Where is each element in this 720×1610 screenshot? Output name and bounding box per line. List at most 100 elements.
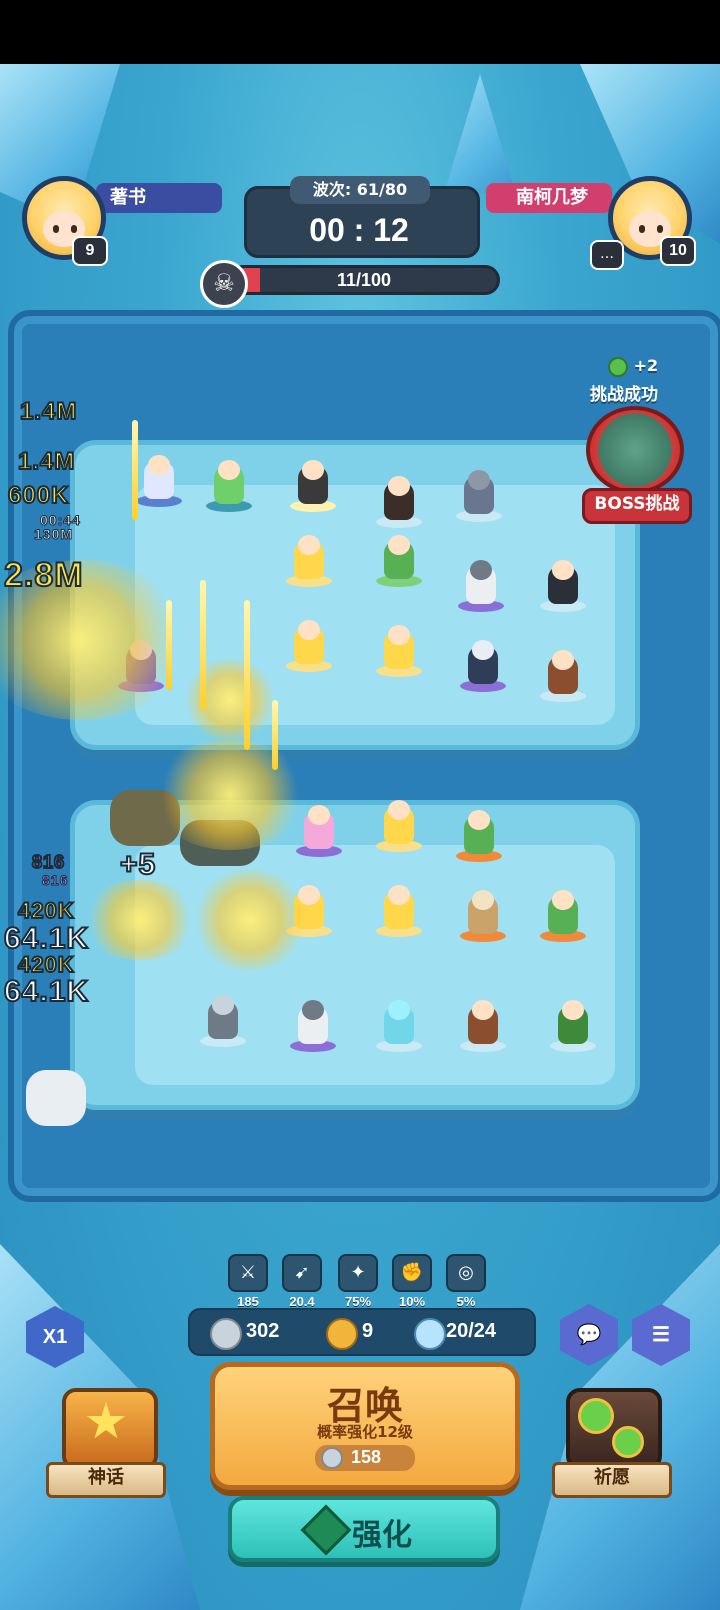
right-player-level: 10	[660, 236, 696, 266]
hero-unit[interactable]	[136, 455, 182, 507]
hero-unit[interactable]	[376, 800, 422, 852]
clover-icon	[612, 1426, 644, 1458]
boss-reward-value: +2	[633, 356, 659, 375]
hero-unit[interactable]	[460, 890, 506, 942]
hero-unit[interactable]	[540, 650, 586, 702]
resource-bar: 302 9 20/24	[188, 1308, 536, 1356]
silver-count: 302	[246, 1320, 280, 1342]
avatar-eye	[53, 225, 59, 233]
hero-unit[interactable]	[460, 640, 506, 692]
hero-unit[interactable]	[376, 1000, 422, 1052]
enhance-button[interactable]: 强化	[228, 1496, 500, 1562]
hero-unit[interactable]	[286, 535, 332, 587]
boss-challenge-button[interactable]: BOSS挑战	[582, 488, 692, 524]
stat-value: 75%	[344, 1294, 372, 1309]
right-player-name: 南柯几梦	[486, 183, 612, 213]
wish-button[interactable]: 祈愿	[552, 1388, 672, 1498]
clover-icon	[608, 356, 628, 377]
menu-icon: ☰	[652, 1324, 670, 1346]
stat-value: 20.4	[289, 1294, 315, 1309]
enemy-count-text: 11/100	[336, 270, 392, 290]
skull-icon: ☠	[200, 260, 248, 308]
damage-number: 64.1K	[3, 974, 90, 1009]
hero-unit[interactable]	[456, 470, 502, 522]
hero-unit[interactable]	[550, 1000, 596, 1052]
clover-coin-icon	[326, 1318, 358, 1350]
hero-unit[interactable]	[290, 1000, 336, 1052]
summon-cost-value: 158	[351, 1447, 382, 1467]
myth-label: 神话	[46, 1462, 166, 1498]
status-bar	[0, 0, 720, 64]
chevron-up-icon	[300, 1504, 352, 1556]
hero-unit[interactable]	[376, 476, 422, 528]
hero-unit[interactable]	[540, 560, 586, 612]
damage-number: 600K	[7, 481, 70, 510]
stat-value: 5%	[456, 1294, 476, 1309]
myth-button[interactable]: 神话	[46, 1388, 166, 1498]
platform-surface	[135, 845, 615, 1085]
hero-unit[interactable]	[286, 620, 332, 672]
hero-unit[interactable]	[460, 1000, 506, 1052]
ice-crystal-decoration	[444, 74, 516, 194]
silver-coin-icon	[210, 1318, 242, 1350]
clover-count: 9	[362, 1320, 374, 1342]
boss-reward: +2	[608, 356, 658, 377]
enemy-count-bar: 11/100	[228, 265, 500, 295]
hero-unit[interactable]	[200, 995, 246, 1047]
crit-icon: ✦	[338, 1254, 378, 1292]
clover-icon	[578, 1398, 614, 1434]
hero-unit[interactable]	[376, 625, 422, 677]
light-ray	[200, 580, 206, 710]
hero-unit[interactable]	[540, 890, 586, 942]
skill-icon: ◎	[446, 1254, 486, 1292]
damage-number: 1.4M	[19, 397, 78, 426]
hero-unit[interactable]	[376, 535, 422, 587]
damage-number: 130M	[33, 526, 74, 543]
damage-number: 1.4M	[17, 447, 76, 476]
damage-number: 64.1K	[3, 921, 90, 956]
stat-value: 10%	[398, 1294, 426, 1309]
avatar-eye	[657, 225, 663, 233]
wave-counter: 波次: 61/80	[290, 176, 430, 204]
stat-item[interactable]: ✦ 75%	[338, 1254, 378, 1309]
hero-unit[interactable]	[458, 560, 504, 612]
hero-unit[interactable]	[376, 885, 422, 937]
stat-item[interactable]: ⚔ 185	[228, 1254, 268, 1309]
power-icon: ✊	[392, 1254, 432, 1292]
wish-chest-icon	[566, 1388, 662, 1470]
avatar-eye	[639, 225, 645, 233]
speed-icon: ➹	[282, 1254, 322, 1292]
boss-portrait[interactable]	[586, 406, 684, 494]
wave-timer: 00 : 12	[309, 212, 409, 248]
attack-effect	[180, 660, 280, 740]
silver-coin-icon	[321, 1447, 343, 1469]
stat-item[interactable]: ◎ 5%	[446, 1254, 486, 1309]
chat-icon: 💬	[576, 1324, 602, 1346]
summon-subtitle: 概率强化12级	[317, 1423, 413, 1441]
summon-cost: 158	[315, 1445, 415, 1471]
damage-number: +5	[119, 847, 157, 882]
unit-capacity: 20/24	[446, 1320, 497, 1342]
light-ray	[132, 420, 138, 520]
hero-unit[interactable]	[456, 810, 502, 862]
hero-unit[interactable]	[290, 460, 336, 512]
enhance-label: 强化	[352, 1518, 412, 1553]
player-chat-icon[interactable]: …	[590, 240, 624, 270]
stat-item[interactable]: ✊ 10%	[392, 1254, 432, 1309]
attack-effect	[190, 870, 310, 970]
stat-item[interactable]: ➹ 20.4	[282, 1254, 322, 1309]
damage-number: 2.8M	[3, 555, 84, 595]
stat-value: 185	[237, 1294, 259, 1309]
hero-unit[interactable]	[206, 460, 252, 512]
light-ray	[244, 600, 250, 750]
damage-number: 420K	[17, 897, 75, 924]
attack-effect	[80, 880, 200, 960]
summon-button[interactable]: 召唤 概率强化12级 158	[210, 1362, 520, 1490]
enemy-monster	[26, 1070, 86, 1130]
damage-number: 816	[41, 872, 69, 889]
wish-label: 祈愿	[552, 1462, 672, 1498]
attack-icon: ⚔	[228, 1254, 268, 1292]
left-player-name: 著书	[96, 183, 222, 213]
boss-status: 挑战成功	[590, 385, 658, 405]
light-ray	[166, 600, 172, 690]
